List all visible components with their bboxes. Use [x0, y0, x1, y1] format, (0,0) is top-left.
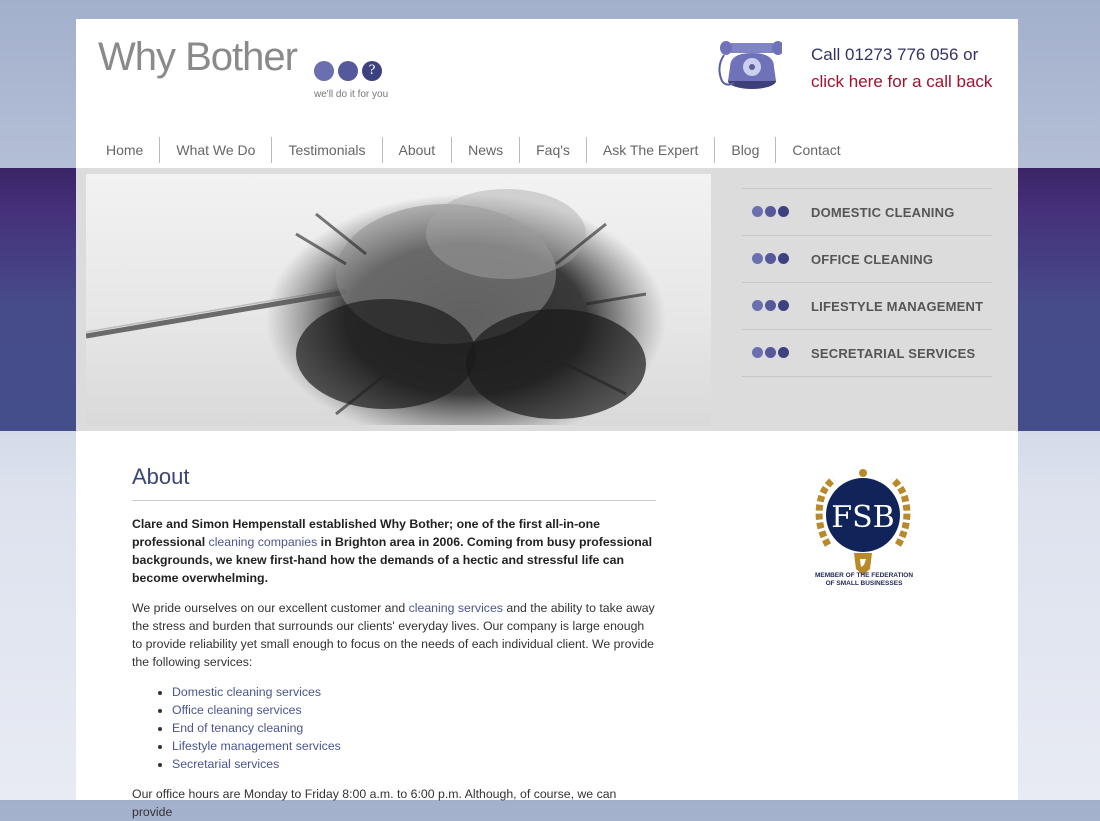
- service-domestic-cleaning[interactable]: DOMESTIC CLEANING: [742, 189, 992, 236]
- nav-item-what-we-do[interactable]: What We Do: [160, 137, 273, 163]
- call-phone-text: Call 01273 776 056 or: [811, 45, 979, 64]
- domestic-cleaning-link[interactable]: Domestic cleaning services: [172, 685, 321, 699]
- intro-paragraph: Clare and Simon Hempenstall established …: [132, 515, 656, 587]
- nav-item-contact[interactable]: Contact: [776, 137, 856, 163]
- list-item: Office cleaning services: [172, 701, 656, 719]
- list-item: End of tenancy cleaning: [172, 719, 656, 737]
- services-paragraph: We pride ourselves on our excellent cust…: [132, 599, 656, 671]
- secretarial-services-link[interactable]: Secretarial services: [172, 757, 279, 771]
- services-menu: DOMESTIC CLEANING OFFICE CLEANING LIFEST…: [742, 188, 992, 377]
- main-content: About Clare and Simon Hempenstall establ…: [132, 464, 656, 821]
- telephone-icon: [716, 37, 784, 91]
- site-logo[interactable]: Why Bother ? we'll do it for you: [98, 35, 398, 105]
- lifestyle-management-link[interactable]: Lifestyle management services: [172, 739, 341, 753]
- nav-item-home[interactable]: Home: [94, 137, 161, 163]
- nav-item-about[interactable]: About: [383, 137, 453, 163]
- logo-text: Why Bother: [98, 35, 298, 79]
- fsb-caption-line-1: MEMBER OF THE FEDERATION: [814, 572, 914, 579]
- fsb-caption-line-2: OF SMALL BUSINESSES: [825, 579, 903, 587]
- list-item: Domestic cleaning services: [172, 683, 656, 701]
- dots-icon: [752, 299, 800, 313]
- service-label: SECRETARIAL SERVICES: [811, 345, 976, 361]
- fsb-acronym: FSB: [831, 500, 894, 535]
- service-office-cleaning[interactable]: OFFICE CLEANING: [742, 236, 992, 283]
- cleaning-services-link[interactable]: cleaning services: [409, 601, 503, 615]
- call-info: Call 01273 776 056 or click here for a c…: [811, 41, 992, 95]
- end-of-tenancy-link[interactable]: End of tenancy cleaning: [172, 721, 303, 735]
- logo-question-icon: ?: [362, 61, 382, 81]
- fsb-badge-icon: FSB: [808, 465, 918, 589]
- office-hours-paragraph: Our office hours are Monday to Friday 8:…: [132, 787, 617, 819]
- para2-text-1: We pride ourselves on our excellent cust…: [132, 601, 409, 615]
- services-list: Domestic cleaning services Office cleani…: [132, 683, 656, 773]
- page-container: Why Bother ? we'll do it for you Call 01…: [76, 19, 1018, 819]
- dots-icon: [752, 205, 800, 219]
- nav-item-faqs[interactable]: Faq's: [520, 137, 587, 163]
- service-label: OFFICE CLEANING: [811, 251, 934, 267]
- nav-item-testimonials[interactable]: Testimonials: [272, 137, 383, 163]
- callback-link[interactable]: click here for a call back: [811, 68, 992, 95]
- feather-duster-image: [86, 174, 711, 425]
- list-item: Secretarial services: [172, 755, 656, 773]
- main-navigation: Home What We Do Testimonials About News …: [94, 136, 857, 164]
- service-label: LIFESTYLE MANAGEMENT: [811, 298, 984, 314]
- nav-item-ask-the-expert[interactable]: Ask The Expert: [587, 137, 716, 163]
- list-item: Lifestyle management services: [172, 737, 656, 755]
- nav-item-blog[interactable]: Blog: [715, 137, 777, 163]
- fsb-caption: MEMBER OF THE FEDERATION OF SMALL BUSINE…: [801, 572, 927, 587]
- logo-tagline: we'll do it for you: [314, 89, 389, 100]
- service-secretarial-services[interactable]: SECRETARIAL SERVICES: [742, 330, 992, 377]
- office-cleaning-link[interactable]: Office cleaning services: [172, 703, 302, 717]
- cleaning-companies-link[interactable]: cleaning companies: [209, 535, 318, 549]
- service-lifestyle-management[interactable]: LIFESTYLE MANAGEMENT: [742, 283, 992, 330]
- dots-icon: [752, 346, 800, 360]
- page-title: About: [132, 464, 656, 501]
- service-label: DOMESTIC CLEANING: [811, 204, 955, 220]
- dots-icon: [752, 252, 800, 266]
- nav-item-news[interactable]: News: [452, 137, 521, 163]
- hero-section: DOMESTIC CLEANING OFFICE CLEANING LIFEST…: [76, 168, 1018, 431]
